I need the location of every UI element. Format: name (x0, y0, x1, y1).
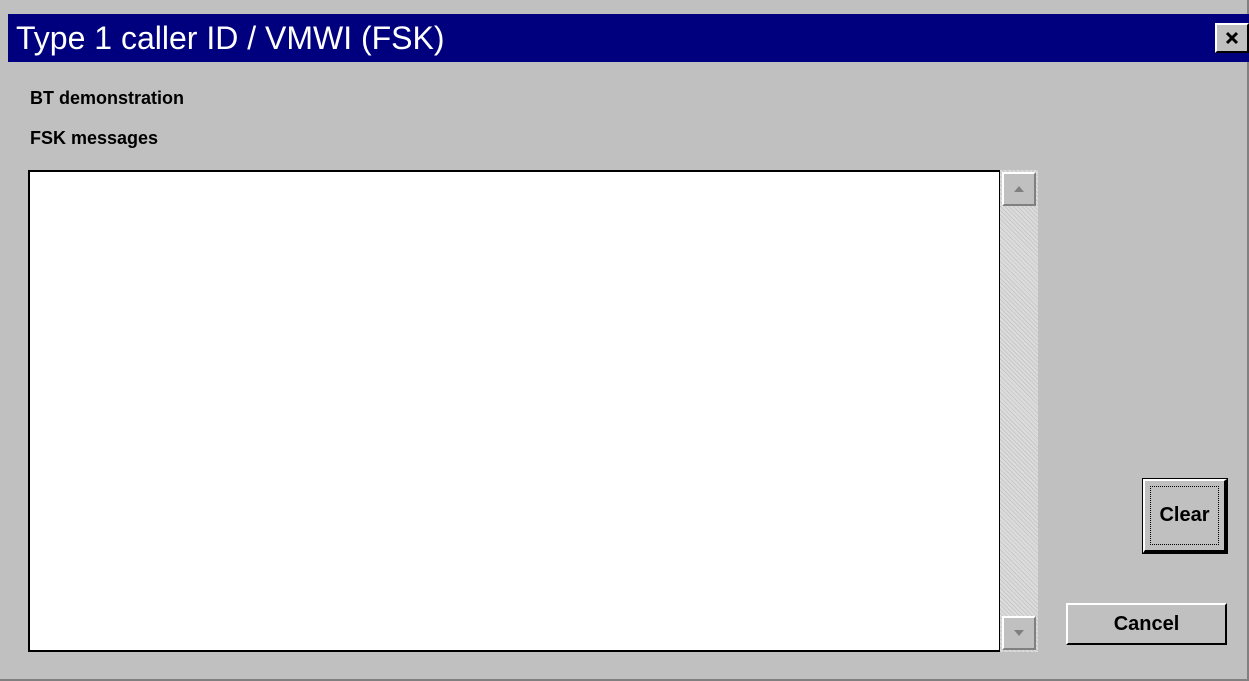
scroll-down-button[interactable] (1002, 616, 1036, 650)
fsk-messages-textarea[interactable] (28, 170, 1001, 652)
close-button[interactable] (1215, 23, 1249, 53)
scroll-down-arrow-icon (1014, 630, 1024, 636)
scroll-up-arrow-icon (1014, 186, 1024, 192)
scroll-up-button[interactable] (1002, 172, 1036, 206)
demo-label: BT demonstration (30, 88, 185, 108)
clear-button[interactable]: Clear (1142, 478, 1228, 554)
close-icon (1225, 31, 1239, 45)
fsk-messages-label: FSK messages (30, 128, 159, 148)
cancel-button[interactable]: Cancel (1066, 603, 1227, 645)
vertical-scrollbar[interactable] (1000, 170, 1038, 652)
window-title: Type 1 caller ID / VMWI (FSK) (16, 20, 445, 56)
focus-rectangle (1150, 486, 1219, 545)
title-bar[interactable]: Type 1 caller ID / VMWI (FSK) (8, 14, 1249, 62)
dialog-window: Type 1 caller ID / VMWI (FSK) BT demonst… (0, 0, 1249, 681)
cancel-button-label: Cancel (1113, 612, 1180, 635)
